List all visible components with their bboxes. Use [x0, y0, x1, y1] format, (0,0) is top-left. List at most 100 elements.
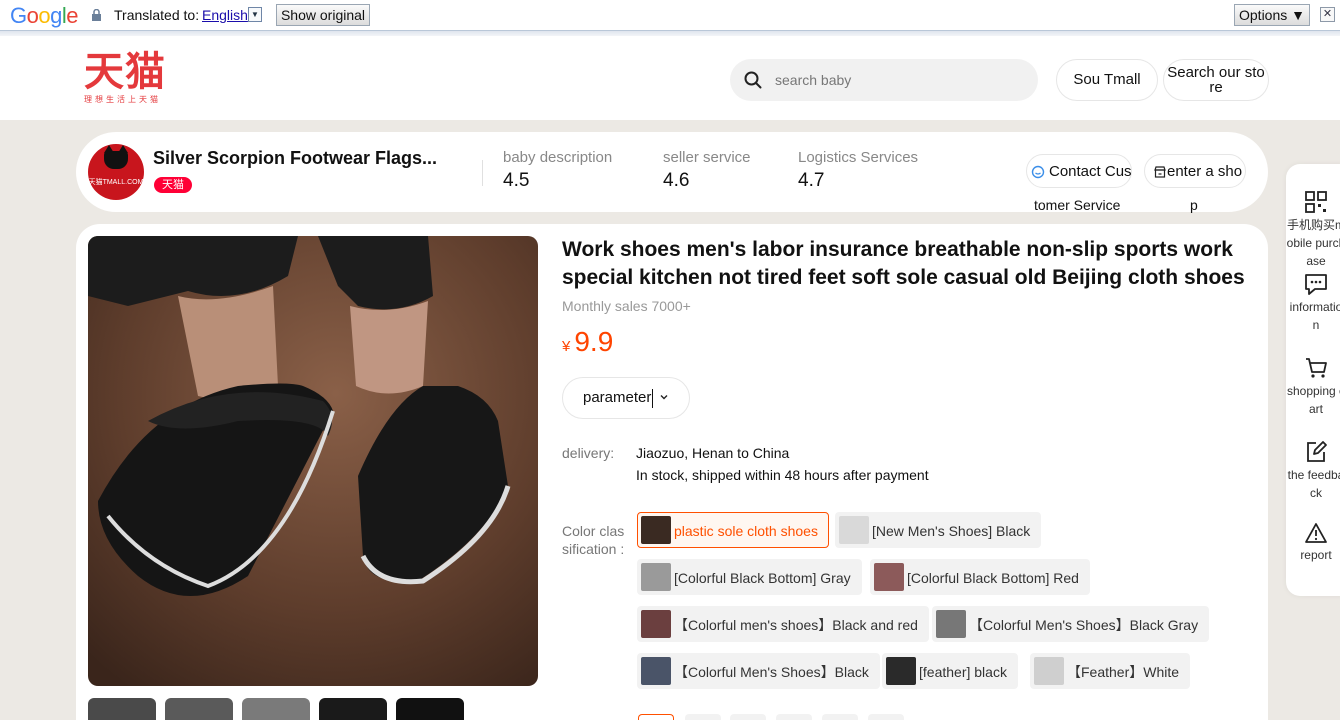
contact-service-button[interactable]: Contact Cus tomer Service [1026, 154, 1132, 213]
enter-shop-label-cont: p [1190, 197, 1198, 213]
color-classification-label: Color clas sification : [562, 523, 625, 557]
variant-option[interactable]: 【Colorful Men's Shoes】Black [637, 653, 880, 689]
size-option[interactable] [868, 714, 904, 720]
variant-thumbnail [936, 610, 966, 638]
variant-thumbnail [874, 563, 904, 591]
divider [482, 160, 483, 186]
language-dropdown-icon[interactable]: ▼ [248, 7, 262, 22]
variant-option[interactable]: [Colorful Black Bottom] Gray [637, 559, 862, 595]
currency-symbol: ¥ [562, 338, 571, 355]
options-button[interactable]: Options ▼ [1234, 4, 1310, 26]
shop-icon [1154, 166, 1166, 178]
search-input[interactable]: search baby [775, 72, 851, 88]
search-store-button[interactable]: Search our sto re [1163, 59, 1269, 101]
score-seller-service: seller service 4.6 [663, 149, 751, 192]
size-option[interactable] [822, 714, 858, 720]
thumbnail[interactable] [319, 698, 387, 720]
information-button[interactable]: informatio n [1286, 272, 1340, 334]
score-label: baby description [503, 149, 613, 166]
store-name[interactable]: Silver Scorpion Footwear Flags... [153, 148, 453, 169]
tmall-logo[interactable]: 天猫 理想生活上天猫 [84, 52, 166, 105]
score-logistics: Logistics Services 4.7 [798, 149, 918, 192]
variant-label: 【Feather】White [1067, 664, 1180, 680]
score-label: seller service [663, 149, 751, 166]
variant-option[interactable]: 【Colorful men's shoes】Black and red [637, 606, 929, 642]
size-option[interactable] [685, 714, 721, 720]
score-description: baby description 4.5 [503, 149, 612, 192]
translate-bar: Google Translated to: English ▼ Show ori… [0, 0, 1340, 36]
store-avatar[interactable]: 天猫TMALL.COM [88, 144, 144, 200]
product-main-image[interactable] [88, 236, 538, 686]
sidebar-item-label: 手机购买m obile purch ase [1286, 218, 1340, 268]
parameter-dropdown[interactable]: parameter [562, 377, 690, 419]
variant-option[interactable]: 【Feather】White [1030, 653, 1191, 689]
side-toolbar: 手机购买m obile purch ase informatio n shopp… [1286, 164, 1340, 596]
size-option[interactable] [730, 714, 766, 720]
price-value: 9.9 [574, 326, 614, 357]
thumbnail[interactable] [165, 698, 233, 720]
variant-label: [New Men's Shoes] Black [872, 523, 1031, 539]
sidebar-item-label: report [1300, 548, 1332, 562]
report-button[interactable]: report [1286, 522, 1340, 564]
variant-label: plastic sole cloth shoes [674, 523, 818, 539]
thumbnail[interactable] [88, 698, 156, 720]
sou-tmall-button[interactable]: Sou Tmall [1056, 59, 1158, 101]
size-option[interactable] [776, 714, 812, 720]
price: ¥9.9 [562, 326, 613, 358]
sidebar-item-label: shopping c art [1286, 384, 1340, 416]
variant-option[interactable]: 【Colorful Men's Shoes】Black Gray [932, 606, 1210, 642]
sidebar-item-label: the feedba ck [1287, 468, 1340, 500]
score-value: 4.7 [798, 170, 825, 191]
delivery-label: delivery: [562, 445, 615, 461]
delivery-note: In stock, shipped within 48 hours after … [636, 467, 929, 483]
product-title: Work shoes men's labor insurance breatha… [562, 238, 1245, 289]
tmall-cat-icon [104, 145, 128, 169]
service-icon [1031, 165, 1045, 179]
chat-bubble-icon [1305, 274, 1327, 295]
contact-label-cont: tomer Service [1034, 197, 1121, 213]
product-card: Work shoes men's labor insurance breatha… [76, 224, 1268, 720]
site-header: 天猫 理想生活上天猫 search baby Sou Tmall Search … [0, 36, 1340, 120]
thumbnail[interactable] [242, 698, 310, 720]
chevron-down-icon [660, 395, 668, 400]
variant-label: [Colorful Black Bottom] Gray [674, 570, 851, 586]
score-label: Logistics Services [798, 149, 919, 166]
search-icon [744, 71, 762, 89]
warning-icon [1305, 523, 1327, 543]
delivery-route: Jiaozuo, Henan to China [636, 445, 790, 461]
enter-shop-button[interactable]: enter a sho p [1144, 154, 1246, 213]
variant-option[interactable]: plastic sole cloth shoes [637, 512, 829, 548]
variant-option[interactable]: [Colorful Black Bottom] Red [870, 559, 1090, 595]
edit-icon [1307, 441, 1327, 462]
language-link[interactable]: English [202, 7, 248, 23]
contact-label: Contact Cus [1049, 163, 1132, 180]
sidebar-item-label: informatio n [1289, 300, 1340, 332]
variant-option[interactable]: [New Men's Shoes] Black [835, 512, 1042, 548]
thumbnail[interactable] [396, 698, 464, 720]
variant-label: [Colorful Black Bottom] Red [907, 570, 1079, 586]
variant-thumbnail [886, 657, 916, 685]
shopping-cart-button[interactable]: shopping c art [1286, 356, 1340, 418]
feedback-button[interactable]: the feedba ck [1286, 440, 1340, 502]
search-box[interactable]: search baby [730, 59, 1038, 101]
variant-thumbnail [1034, 657, 1064, 685]
variant-label: 【Colorful Men's Shoes】Black Gray [969, 617, 1199, 633]
variant-thumbnail [641, 657, 671, 685]
size-option[interactable] [638, 714, 674, 720]
cart-icon [1306, 358, 1327, 378]
shoe-photo [88, 236, 538, 686]
store-avatar-text: 天猫TMALL.COM [88, 179, 144, 186]
tmall-badge: 天猫 [154, 177, 192, 193]
variant-option[interactable]: [feather] black [882, 653, 1018, 689]
variant-label: [feather] black [919, 664, 1007, 680]
score-value: 4.6 [663, 170, 690, 191]
monthly-sales: Monthly sales 7000+ [562, 298, 691, 314]
variant-label: 【Colorful Men's Shoes】Black [674, 664, 869, 680]
tmall-logo-tagline: 理想生活上天猫 [84, 95, 161, 104]
variant-thumbnail [641, 610, 671, 638]
close-icon[interactable]: ✕ [1320, 7, 1335, 22]
translated-to-label: Translated to: [114, 7, 200, 23]
text-cursor [652, 389, 653, 408]
mobile-purchase-button[interactable]: 手机购买m obile purch ase [1286, 190, 1340, 270]
show-original-button[interactable]: Show original [276, 4, 370, 26]
